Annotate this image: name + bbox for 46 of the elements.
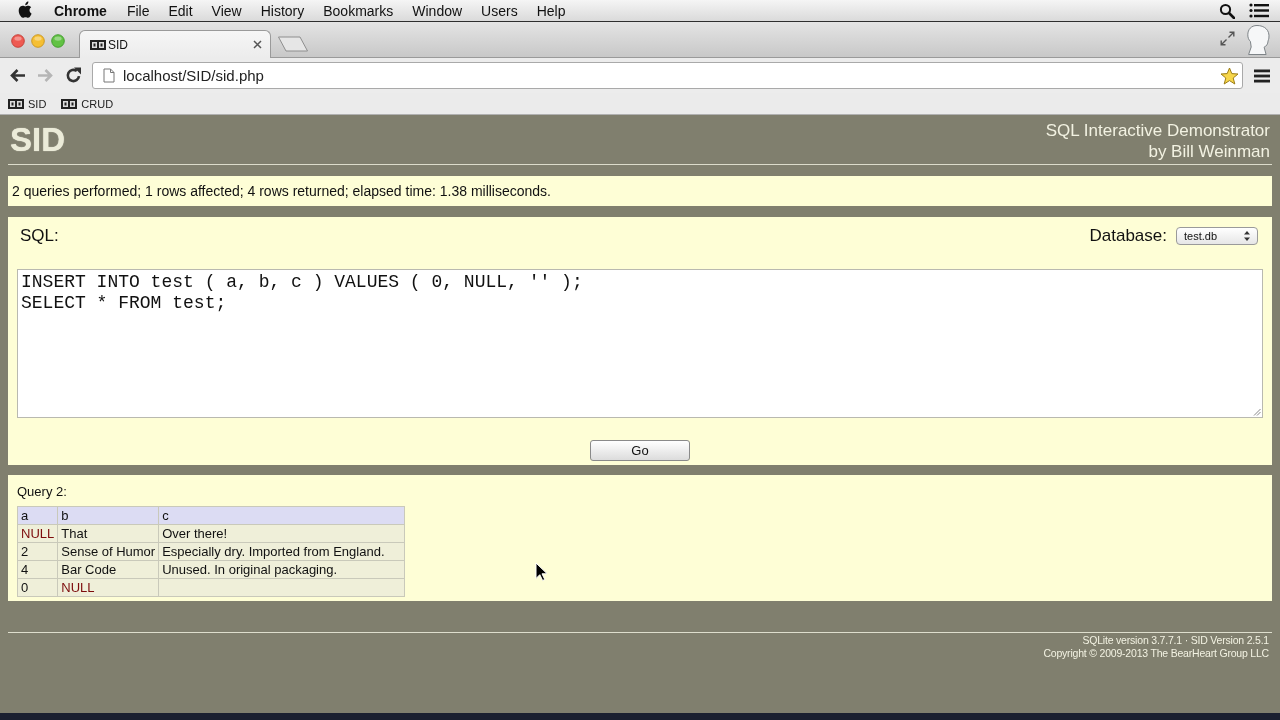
query-title: Query 2: bbox=[17, 484, 68, 500]
close-icon[interactable] bbox=[253, 40, 262, 49]
footer-text: Copyright © 2009-2013 The BearHeart Group LLC bbox=[1042, 647, 1269, 660]
sql-label: SQL: bbox=[20, 226, 59, 246]
reload-icon[interactable] bbox=[65, 67, 82, 84]
resize-handle-icon[interactable] bbox=[1253, 408, 1261, 416]
table-header-cell: a bbox=[17, 506, 58, 525]
person-icon[interactable] bbox=[1244, 24, 1270, 55]
star-icon[interactable] bbox=[1220, 66, 1239, 85]
list-icon[interactable] bbox=[1249, 3, 1269, 18]
database-select[interactable]: test.db bbox=[1176, 227, 1258, 245]
table-header-cell: b bbox=[57, 506, 159, 525]
browser-tab[interactable]: SID bbox=[79, 30, 271, 58]
header-title-line: SQL Interactive Demonstrator bbox=[1045, 120, 1270, 141]
window-close-icon[interactable] bbox=[11, 33, 25, 48]
search-icon[interactable] bbox=[1219, 2, 1235, 19]
favicon-icon bbox=[61, 98, 78, 109]
go-button[interactable]: Go bbox=[590, 440, 690, 461]
menu-item[interactable]: Edit bbox=[168, 2, 193, 19]
status-message: 2 queries performed; 1 rows affected; 4 rows returned; elapsed time: 1.38 milliseconds. bbox=[8, 176, 1272, 206]
sql-input-field[interactable]: INSERT INTO test ( a, b, c ) VALUES ( 0, NULL, '' ); SELECT * FROM test; bbox=[17, 269, 1263, 418]
header-title-line: by Bill Weinman bbox=[1147, 141, 1270, 162]
apple-icon[interactable] bbox=[18, 0, 34, 19]
menu-item[interactable]: Bookmarks bbox=[323, 2, 394, 19]
footer-text: SQLite version 3.7.7.1 · SID Version 2.5.1 bbox=[1081, 634, 1269, 647]
favicon-icon bbox=[90, 39, 106, 50]
select-arrows-icon bbox=[1244, 231, 1250, 241]
table-header-cell: c bbox=[158, 506, 405, 525]
mouse-pointer-icon bbox=[535, 562, 547, 581]
expand-arrows-icon[interactable] bbox=[1220, 31, 1235, 46]
menu-item[interactable]: File bbox=[126, 2, 150, 19]
app-menu[interactable]: Chrome bbox=[54, 2, 107, 19]
menu-item[interactable]: History bbox=[260, 2, 305, 19]
site-logo: SID bbox=[10, 121, 65, 160]
menu-item[interactable]: View bbox=[211, 2, 242, 19]
bookmark-item[interactable]: CRUD bbox=[61, 97, 114, 110]
page-icon bbox=[103, 68, 115, 83]
menu-item[interactable]: Help bbox=[536, 2, 566, 19]
menu-item[interactable]: Window bbox=[412, 2, 463, 19]
database-label: Database: bbox=[1089, 226, 1167, 246]
menu-item[interactable]: Users bbox=[481, 2, 518, 19]
back-icon[interactable] bbox=[9, 68, 26, 83]
favicon-icon bbox=[8, 98, 24, 109]
address-bar[interactable]: localhost/SID/sid.php bbox=[92, 62, 1243, 89]
menu-icon[interactable] bbox=[1254, 68, 1270, 83]
bookmark-item[interactable]: SID bbox=[8, 97, 47, 110]
